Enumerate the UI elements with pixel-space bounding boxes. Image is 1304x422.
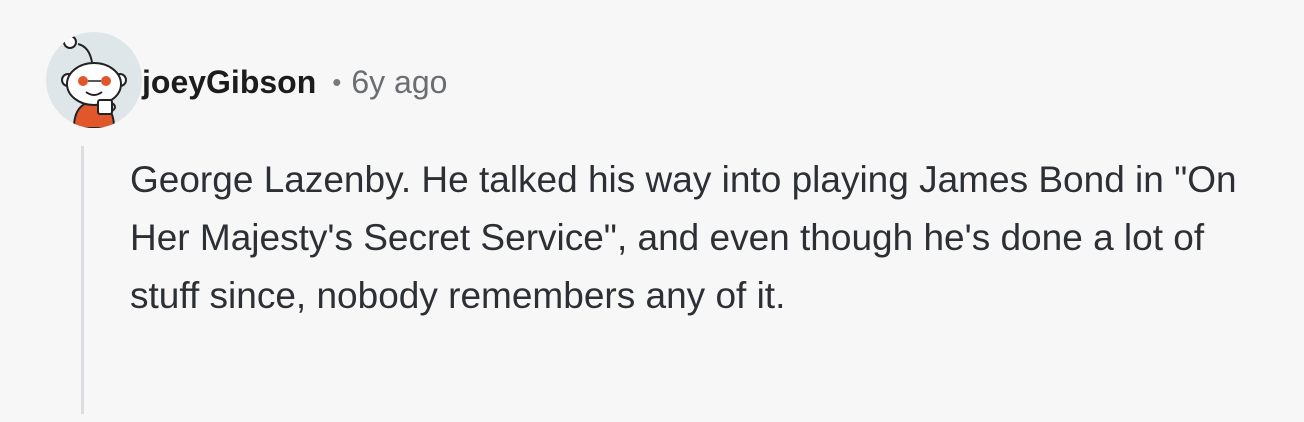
user-avatar[interactable]	[46, 32, 142, 128]
comment-body: George Lazenby. He talked his way into p…	[130, 159, 1237, 316]
comment-timestamp[interactable]: 6y ago	[351, 64, 447, 101]
thread-collapse-line[interactable]	[81, 146, 84, 414]
reddit-snoo-avatar-icon	[61, 35, 127, 128]
comment-meta: joeyGibson • 6y ago	[142, 60, 447, 104]
username-link[interactable]: joeyGibson	[142, 64, 316, 101]
meta-separator: •	[332, 66, 342, 97]
comment: joeyGibson • 6y ago George Lazenby. He t…	[0, 0, 1304, 422]
